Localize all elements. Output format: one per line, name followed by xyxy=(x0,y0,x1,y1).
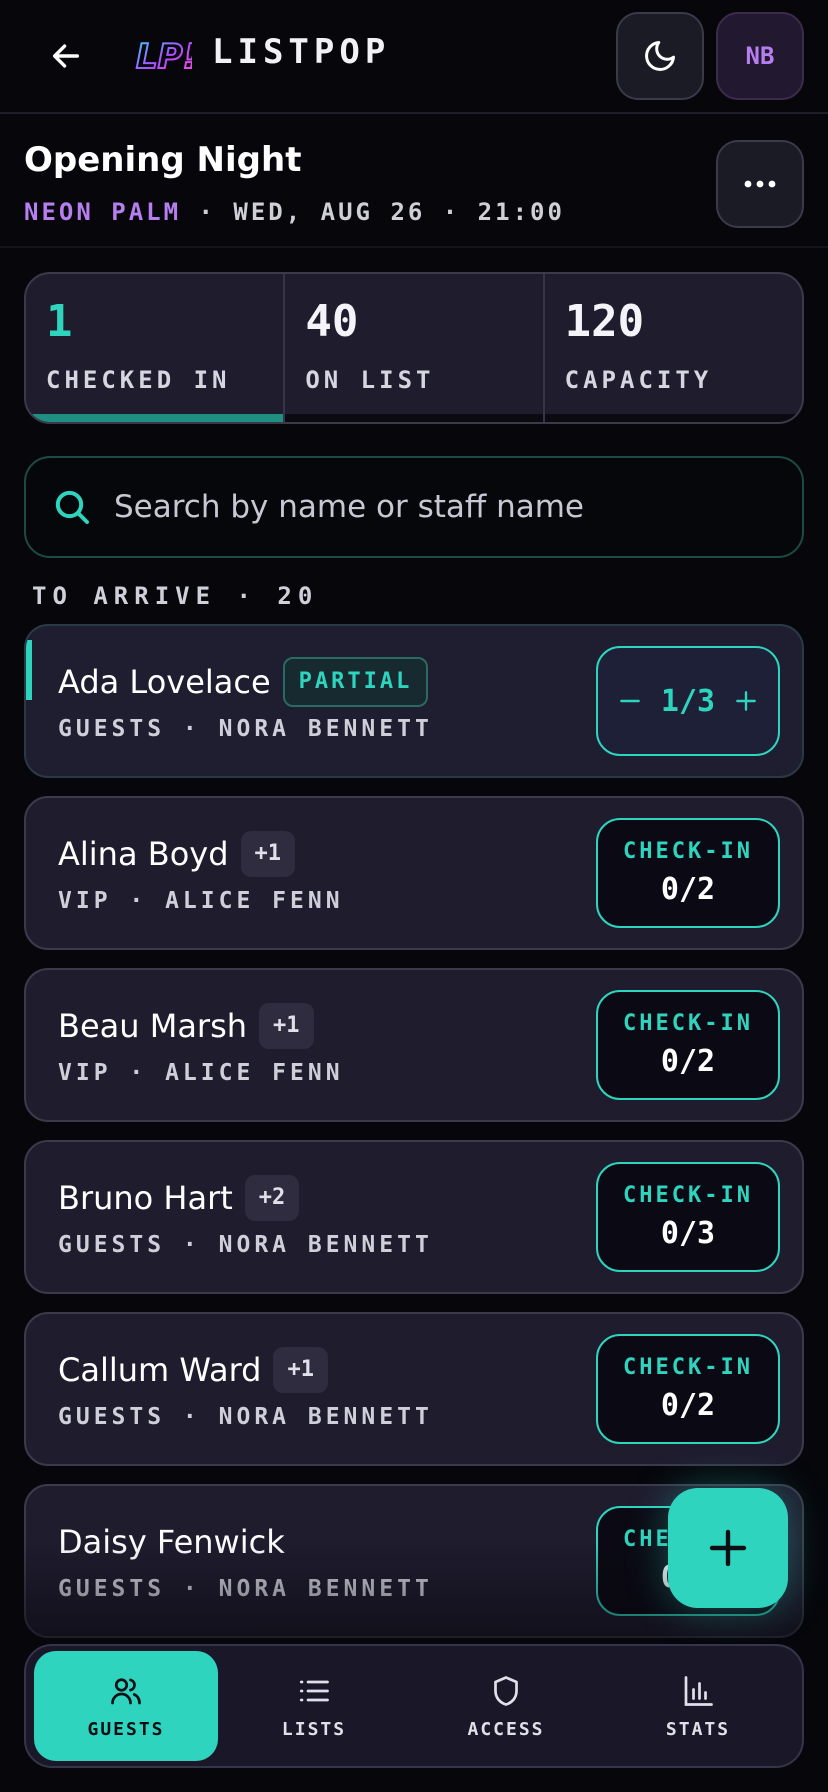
event-title: Opening Night xyxy=(24,140,302,180)
guest-name: Callum Ward xyxy=(58,1351,262,1389)
checkin-count: 0/2 xyxy=(660,1044,716,1079)
check-in-label: CHECK-IN xyxy=(623,839,753,864)
section-label: TO ARRIVE · 20 xyxy=(32,582,319,610)
checkin-count: 0/3 xyxy=(660,1216,716,1251)
guest-card[interactable]: Callum Ward +1 GUESTS · NORA BENNETT CHE… xyxy=(24,1312,804,1466)
stat-progress-track xyxy=(285,414,543,422)
guest-name: Daisy Fenwick xyxy=(58,1523,285,1561)
stat-checked-in: 1 CHECKED IN xyxy=(26,274,286,422)
theme-toggle-button[interactable] xyxy=(616,12,704,100)
check-in-button[interactable]: CHECK-IN 0/3 xyxy=(596,1162,780,1272)
guest-card[interactable]: Bruno Hart +2 GUESTS · NORA BENNETT CHEC… xyxy=(24,1140,804,1294)
nav-stats[interactable]: STATS xyxy=(602,1651,794,1761)
guest-name-row: Callum Ward +1 xyxy=(58,1342,328,1398)
plus-icon xyxy=(709,1529,747,1567)
checkin-count: 1/3 xyxy=(660,683,716,719)
search-box xyxy=(24,456,804,558)
guest-card[interactable]: Alina Boyd +1 VIP · ALICE FENN CHECK-IN … xyxy=(24,796,804,950)
check-in-label: CHECK-IN xyxy=(623,1355,753,1380)
plus-ones-badge: +1 xyxy=(273,1347,328,1393)
app-title: LISTPOP xyxy=(212,32,391,72)
nav-lists[interactable]: LISTS xyxy=(218,1651,410,1761)
search-icon xyxy=(55,490,89,524)
stat-value: 120 xyxy=(564,296,645,347)
users-icon xyxy=(111,1677,141,1704)
stat-capacity: 120 CAPACITY xyxy=(544,274,802,422)
avatar[interactable]: NB xyxy=(716,12,804,100)
event-header: Opening Night NEON PALM · WED, AUG 26 · … xyxy=(0,116,828,248)
guest-meta: VIP · ALICE FENN xyxy=(58,888,344,914)
bar-chart-icon xyxy=(684,1675,713,1706)
decrement-button[interactable] xyxy=(612,683,648,719)
top-bar: LP! LISTPOP NB xyxy=(0,0,828,114)
minus-icon xyxy=(620,699,640,703)
check-in-label: CHECK-IN xyxy=(623,1011,753,1036)
checkin-count: 0/2 xyxy=(660,872,716,907)
guest-name-row: Daisy Fenwick xyxy=(58,1514,285,1570)
nav-guests[interactable]: GUESTS xyxy=(34,1651,218,1761)
stat-value: 1 xyxy=(46,296,73,347)
stats-panel: 1 CHECKED IN 40 ON LIST 120 CAPACITY xyxy=(24,272,804,424)
back-button[interactable] xyxy=(44,34,88,78)
plus-ones-badge: +2 xyxy=(244,1175,300,1221)
check-in-label: CHECK-IN xyxy=(623,1183,753,1208)
guest-card[interactable]: Ada Lovelace PARTIAL GUESTS · NORA BENNE… xyxy=(24,624,804,778)
search-input[interactable] xyxy=(114,489,754,525)
stat-progress-track xyxy=(26,414,284,422)
plus-icon xyxy=(736,691,756,711)
nav-access[interactable]: ACCESS xyxy=(410,1651,602,1761)
check-in-button[interactable]: CHECK-IN 0/2 xyxy=(596,990,780,1100)
guest-meta: VIP · ALICE FENN xyxy=(58,1060,344,1086)
guest-meta: GUESTS · NORA BENNETT xyxy=(58,1404,433,1430)
app-logo: LP! xyxy=(132,28,192,80)
event-meta: NEON PALM · WED, AUG 26 · 21:00 xyxy=(24,198,565,226)
stat-on-list: 40 ON LIST xyxy=(285,274,545,422)
plus-ones-badge: +1 xyxy=(259,1003,314,1049)
stat-label: CAPACITY xyxy=(564,366,713,394)
stat-progress-fill xyxy=(26,414,284,422)
nav-label: ACCESS xyxy=(467,1718,545,1740)
guest-name: Alina Boyd xyxy=(58,835,229,873)
guest-name-row: Alina Boyd +1 xyxy=(58,826,296,882)
stat-progress-track xyxy=(544,414,802,422)
guest-name-row: Bruno Hart +2 xyxy=(58,1170,300,1226)
active-indicator xyxy=(26,640,32,700)
guest-meta: GUESTS · NORA BENNETT xyxy=(58,716,433,742)
list-icon xyxy=(299,1680,329,1701)
more-options-button[interactable] xyxy=(716,140,804,228)
status-badge: PARTIAL xyxy=(282,657,429,707)
add-guest-button[interactable] xyxy=(668,1488,788,1608)
checkin-count: 0/2 xyxy=(660,1388,716,1423)
guest-meta: GUESTS · NORA BENNETT xyxy=(58,1576,433,1602)
event-venue: NEON PALM xyxy=(24,198,182,226)
guest-meta: GUESTS · NORA BENNETT xyxy=(58,1232,433,1258)
checkin-stepper: 1/3 xyxy=(596,646,780,756)
check-in-button[interactable]: CHECK-IN 0/2 xyxy=(596,818,780,928)
bottom-nav: GUESTS LISTS ACCESS STATS xyxy=(24,1644,804,1768)
plus-ones-badge: +1 xyxy=(240,831,296,877)
moon-icon xyxy=(645,41,675,71)
guest-name: Bruno Hart xyxy=(58,1179,233,1217)
stat-value: 40 xyxy=(305,296,359,347)
svg-text:LP!: LP! xyxy=(136,37,192,77)
increment-button[interactable] xyxy=(728,683,764,719)
arrow-left-icon xyxy=(52,44,80,68)
nav-label: GUESTS xyxy=(87,1718,165,1740)
event-details: · WED, AUG 26 · 21:00 xyxy=(181,198,565,226)
guest-name: Beau Marsh xyxy=(58,1007,248,1045)
guest-card[interactable]: Beau Marsh +1 VIP · ALICE FENN CHECK-IN … xyxy=(24,968,804,1122)
stat-label: CHECKED IN xyxy=(46,366,231,394)
shield-icon xyxy=(494,1675,518,1706)
guest-name: Ada Lovelace xyxy=(58,663,271,701)
nav-label: STATS xyxy=(665,1718,731,1740)
nav-label: LISTS xyxy=(281,1718,347,1740)
stat-label: ON LIST xyxy=(305,366,435,394)
guest-name-row: Beau Marsh +1 xyxy=(58,998,314,1054)
guest-name-row: Ada Lovelace PARTIAL xyxy=(58,654,429,710)
check-in-button[interactable]: CHECK-IN 0/2 xyxy=(596,1334,780,1444)
more-horizontal-icon xyxy=(744,180,776,188)
